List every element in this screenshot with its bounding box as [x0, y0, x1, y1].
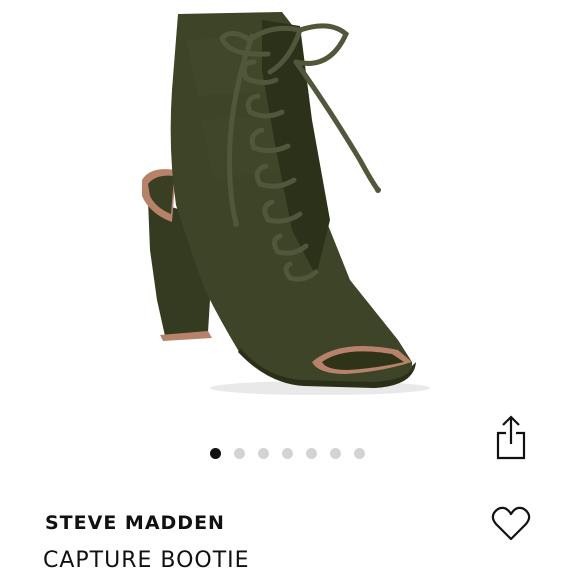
pagination-dot-6[interactable] [330, 448, 341, 459]
product-image-gallery[interactable] [0, 0, 580, 430]
pagination-dot-3[interactable] [258, 448, 269, 459]
favorite-button[interactable] [488, 502, 534, 546]
pagination-dot-5[interactable] [306, 448, 317, 459]
gallery-pagination [210, 448, 365, 459]
product-brand: STEVE MADDEN [45, 512, 225, 534]
pagination-dot-4[interactable] [282, 448, 293, 459]
product-screen: STEVE MADDEN CAPTURE BOOTIE [0, 0, 580, 580]
product-image[interactable] [0, 0, 580, 430]
pagination-dot-7[interactable] [354, 448, 365, 459]
pagination-dot-2[interactable] [234, 448, 245, 459]
share-icon [496, 415, 526, 460]
heart-icon [491, 506, 531, 541]
product-name: CAPTURE BOOTIE [43, 548, 250, 573]
pagination-dot-1[interactable] [210, 448, 221, 459]
share-button[interactable] [490, 412, 532, 462]
